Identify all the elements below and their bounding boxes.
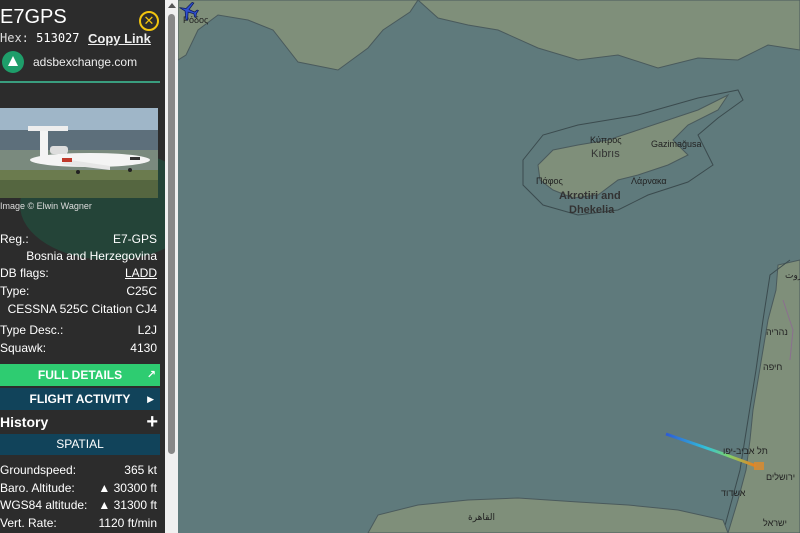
spatial-section-header[interactable]: SPATIAL [0, 434, 160, 455]
wgs84-altitude-row: WGS84 altitude: ▲ 31300 ft [0, 498, 160, 514]
map-label-israel: ישראל [763, 518, 787, 528]
aircraft-marker-icon[interactable] [178, 0, 200, 22]
map-label-cairo: القاهرة [468, 512, 495, 522]
scroll-up-arrow-icon[interactable] [168, 3, 176, 8]
adsbexchange-logo-icon [2, 51, 24, 73]
full-details-button[interactable]: FULL DETAILS ↗ [0, 364, 160, 386]
map-base-layer [178, 0, 800, 533]
squawk-value: 4130 [130, 341, 157, 355]
map-label-beirut: بيروت [785, 270, 800, 280]
type-full-row: CESSNA 525C Citation CJ4 [0, 302, 160, 318]
db-flags-row: DB flags: LADD [0, 266, 160, 282]
wgs84-altitude-label: WGS84 altitude: [0, 498, 88, 512]
map-label-telaviv: תל אביב-יפו [723, 446, 768, 456]
hex-label: Hex: [0, 31, 29, 45]
baro-altitude-value: ▲ 30300 ft [98, 481, 157, 495]
close-button[interactable]: ✕ [139, 11, 159, 31]
chevron-right-icon: ▶ [147, 394, 154, 404]
vertical-rate-value: 1120 ft/min [98, 516, 157, 530]
reg-value: E7-GPS [112, 232, 157, 246]
type-desc-label: Type Desc.: [0, 323, 64, 337]
title-row: E7GPS ✕ [0, 2, 165, 32]
map-label-ashdod: אשדוד [721, 488, 746, 498]
copy-link-button[interactable]: Copy Link [88, 31, 151, 46]
external-link-icon: ↗ [146, 369, 156, 381]
reg-row: Reg.: E7-GPS [0, 232, 160, 248]
aircraft-photo[interactable] [0, 108, 158, 198]
map-label-kibris: Kıbrıs [591, 148, 620, 160]
map-label-larnaka: Λάρνακα [631, 176, 667, 186]
db-flags-label: DB flags: [0, 266, 49, 280]
squawk-label: Squawk: [0, 341, 47, 355]
groundspeed-label: Groundspeed: [0, 463, 77, 477]
flight-activity-label: FLIGHT ACTIVITY [29, 392, 131, 406]
type-row: Type: C25C [0, 284, 160, 300]
photo-credit: Image © Elwin Wagner [0, 201, 92, 211]
groundspeed-value: 365 kt [124, 463, 157, 477]
map-label-akrotiri: Akrotiri and [559, 190, 621, 202]
source-row[interactable]: adsbexchange.com [0, 50, 165, 74]
db-flags-value[interactable]: LADD [125, 266, 157, 280]
hex-value: 513027 [36, 31, 80, 45]
map-label-haifa: חיפה [763, 362, 783, 372]
history-label: History [0, 414, 49, 430]
full-details-label: FULL DETAILS [37, 368, 123, 382]
groundspeed-row: Groundspeed: 365 kt [0, 463, 160, 479]
baro-altitude-row: Baro. Altitude: ▲ 30300 ft [0, 481, 160, 497]
aircraft-info-panel: E7GPS ✕ Hex: 513027 Copy Link adsbexchan… [0, 0, 165, 533]
hex-row: Hex: 513027 Copy Link [0, 31, 165, 47]
divider [0, 81, 160, 83]
squawk-row: Squawk: 4130 [0, 341, 160, 357]
type-value: C25C [126, 284, 157, 298]
map-view[interactable]: Ρόδος Κύπρος Kıbrıs Gazimağusa Πάφος Λάρ… [178, 0, 800, 533]
map-label-pafos: Πάφος [536, 176, 563, 186]
callsign-title: E7GPS [0, 6, 67, 28]
type-full-value: CESSNA 525C Citation CJ4 [7, 302, 157, 316]
expand-plus-icon[interactable]: + [146, 411, 158, 434]
flight-activity-button[interactable]: FLIGHT ACTIVITY ▶ [0, 388, 160, 410]
vertical-rate-label: Vert. Rate: [0, 516, 57, 530]
source-link[interactable]: adsbexchange.com [33, 55, 137, 69]
history-row[interactable]: History + [0, 411, 160, 434]
scrollbar-thumb[interactable] [168, 14, 175, 454]
country-row: Bosnia and Herzegovina [0, 249, 160, 265]
wgs84-altitude-value: ▲ 31300 ft [98, 498, 157, 512]
map-label-gazimagusa: Gazimağusa [651, 139, 702, 149]
map-label-jerusalem: ירושלים [766, 472, 796, 482]
baro-altitude-label: Baro. Altitude: [0, 481, 75, 495]
map-label-nahariya: נהריה [766, 327, 788, 337]
map-label-kypros: Κύπρος [590, 135, 622, 145]
sidebar-scrollbar[interactable] [165, 0, 178, 533]
country-value: Bosnia and Herzegovina [26, 249, 157, 263]
reg-label: Reg.: [0, 232, 29, 246]
type-label: Type: [0, 284, 30, 298]
type-desc-row: Type Desc.: L2J [0, 323, 160, 339]
type-desc-value: L2J [137, 323, 157, 337]
map-label-dhekelia: Dhekelia [569, 204, 615, 216]
vertical-rate-row: Vert. Rate: 1120 ft/min [0, 516, 160, 532]
